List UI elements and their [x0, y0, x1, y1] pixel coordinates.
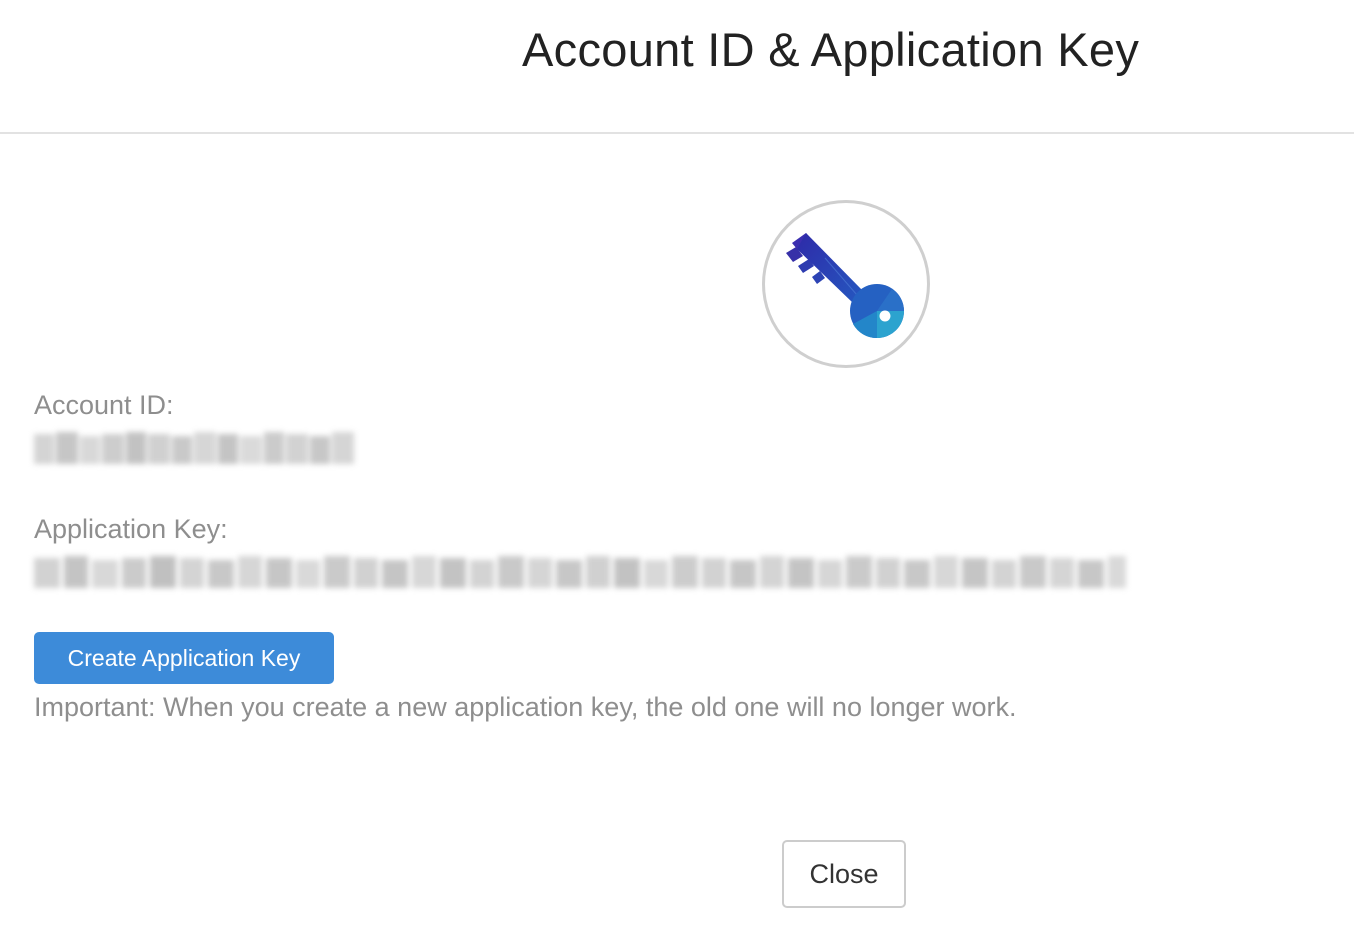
- dialog-title: Account ID & Application Key: [522, 23, 1140, 76]
- application-key-value-obscured: [30, 552, 1130, 594]
- account-id-label: Account ID:: [34, 390, 174, 420]
- application-key-label: Application Key:: [34, 514, 228, 544]
- account-id-value-obscured: [30, 428, 360, 470]
- account-id-application-key-dialog: Account ID & Application Key Account ID:…: [0, 0, 1354, 936]
- key-icon: [762, 200, 930, 368]
- dialog-header: Account ID & Application Key: [0, 0, 1354, 134]
- create-application-key-button[interactable]: Create Application Key: [34, 632, 334, 684]
- close-button[interactable]: Close: [782, 840, 906, 908]
- important-note: Important: When you create a new applica…: [34, 692, 1017, 722]
